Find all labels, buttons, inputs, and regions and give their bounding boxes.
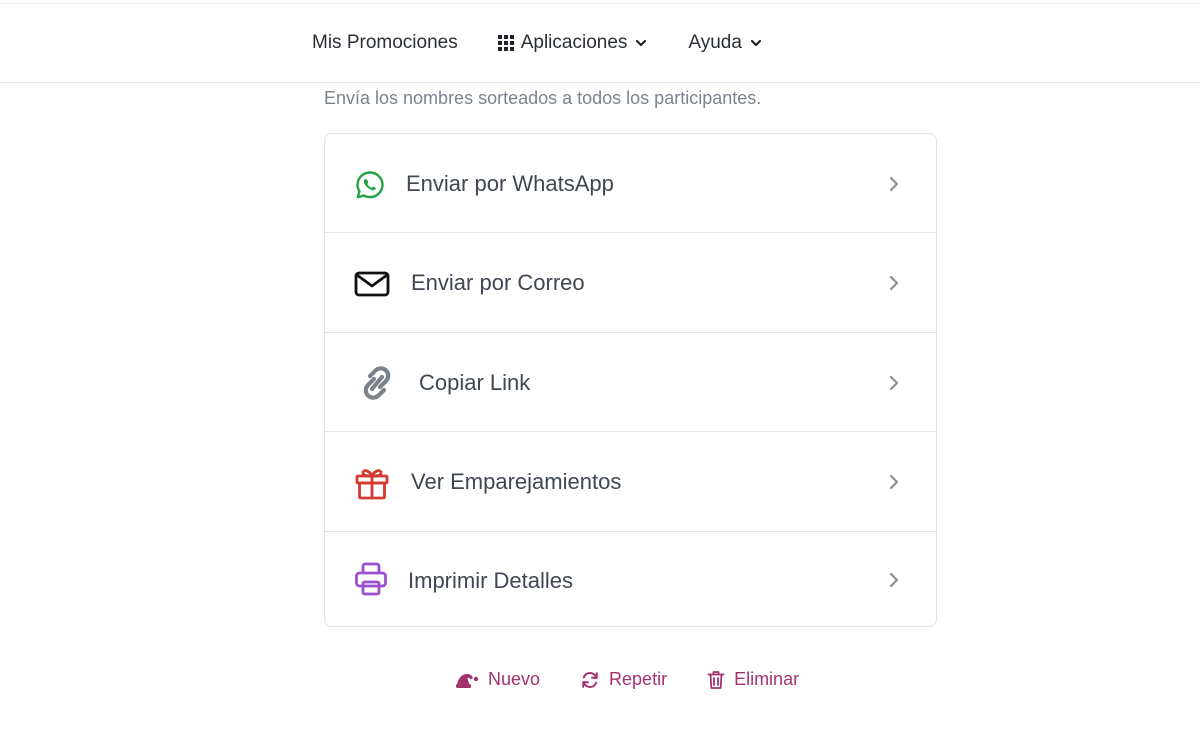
nav-item-aplicaciones[interactable]: Aplicaciones xyxy=(497,32,649,54)
chevron-down-icon xyxy=(634,36,648,50)
share-option-label: Enviar por WhatsApp xyxy=(406,171,614,196)
chevron-right-icon xyxy=(888,375,900,391)
chevron-right-icon xyxy=(888,474,900,490)
share-subtitle: Envía los nombres sorteados a todos los … xyxy=(324,88,762,108)
share-option-view-matches[interactable]: Ver Emparejamientos xyxy=(325,432,936,532)
chevron-right-icon xyxy=(888,572,900,588)
share-options-card: Enviar por WhatsApp Enviar por Correo Co… xyxy=(324,133,937,627)
grid-icon xyxy=(497,35,514,51)
nuevo-button[interactable]: Nuevo xyxy=(455,669,540,690)
chevron-right-icon xyxy=(888,275,900,291)
action-label: Repetir xyxy=(609,669,668,689)
share-option-label: Enviar por Correo xyxy=(411,270,585,295)
top-navigation-bar: Mis Promociones Aplicaciones Ayuda xyxy=(0,3,1200,83)
nav-item-label: Ayuda xyxy=(688,32,742,53)
main-nav: Mis Promociones Aplicaciones Ayuda xyxy=(312,4,763,82)
link-icon xyxy=(355,363,399,403)
printer-icon xyxy=(354,562,388,596)
whatsapp-icon xyxy=(353,168,387,202)
eliminar-button[interactable]: Eliminar xyxy=(707,669,799,690)
action-label: Eliminar xyxy=(734,669,800,689)
gift-icon xyxy=(354,465,390,501)
share-option-email[interactable]: Enviar por Correo xyxy=(325,233,936,333)
santa-hat-icon xyxy=(455,671,479,689)
share-option-print[interactable]: Imprimir Detalles xyxy=(325,532,936,626)
share-option-whatsapp[interactable]: Enviar por WhatsApp xyxy=(325,134,936,233)
nav-item-label: Aplicaciones xyxy=(520,32,628,53)
trash-icon xyxy=(707,670,725,690)
repetir-button[interactable]: Repetir xyxy=(580,669,667,690)
chevron-down-icon xyxy=(749,36,763,50)
share-option-label: Imprimir Detalles xyxy=(408,568,574,593)
action-label: Nuevo xyxy=(488,669,541,689)
nav-item-label: Mis Promociones xyxy=(312,32,458,53)
share-option-label: Ver Emparejamientos xyxy=(411,469,622,494)
nav-item-ayuda[interactable]: Ayuda xyxy=(688,32,763,54)
bottom-actions: Nuevo Repetir Eliminar xyxy=(455,669,799,690)
refresh-icon xyxy=(580,670,600,690)
nav-item-mis-promociones[interactable]: Mis Promociones xyxy=(312,32,458,54)
share-option-label: Copiar Link xyxy=(419,370,531,395)
share-option-copy-link[interactable]: Copiar Link xyxy=(325,333,936,432)
envelope-icon xyxy=(354,271,390,297)
chevron-right-icon xyxy=(888,176,900,192)
